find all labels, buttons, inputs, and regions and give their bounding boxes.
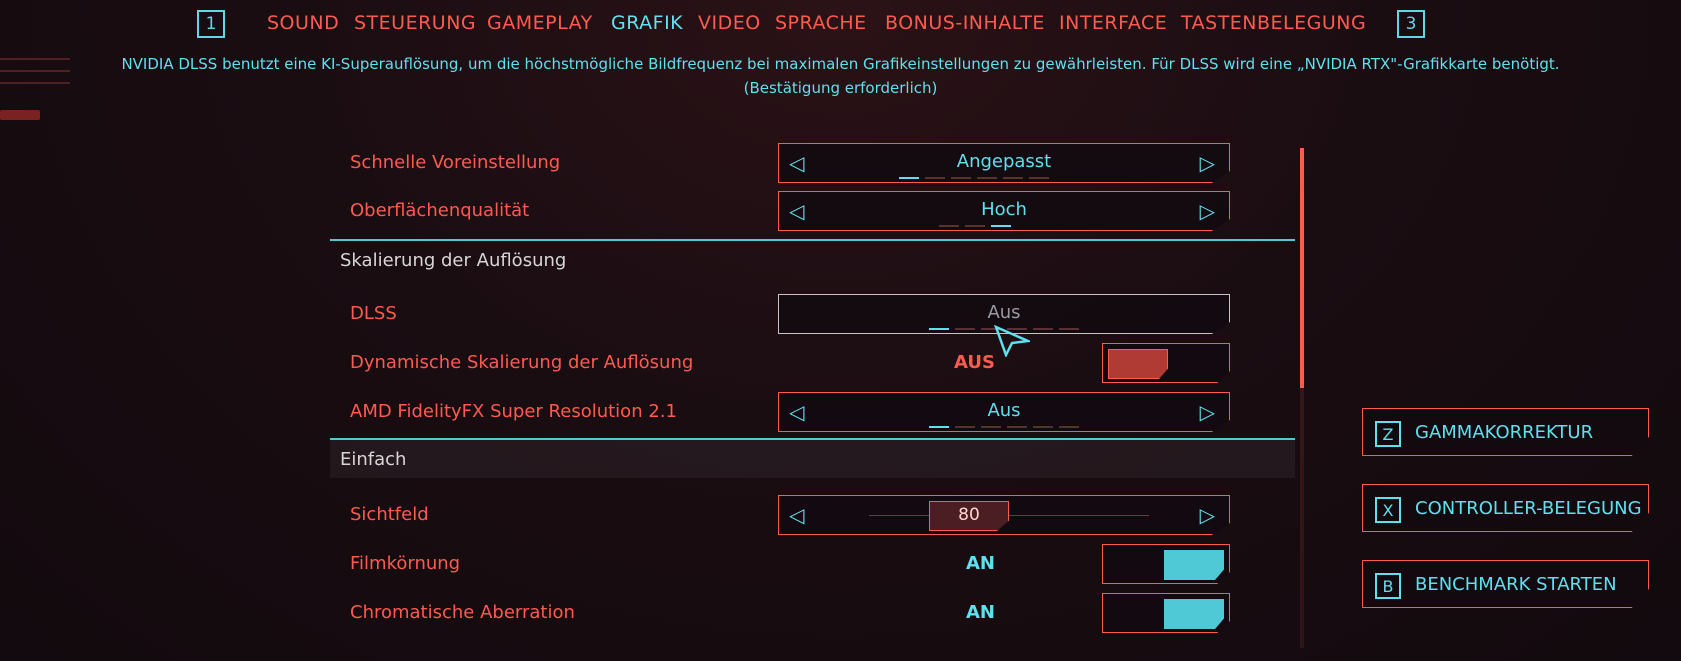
setting-row-film-grain[interactable]: Filmkörnung AN	[330, 544, 1295, 584]
toggle-state-label: AUS	[954, 352, 995, 373]
dynamic-scaling-toggle[interactable]	[1102, 343, 1230, 383]
button-label: BENCHMARK STARTEN	[1415, 574, 1617, 595]
tab-interface[interactable]: INTERFACE	[1059, 12, 1167, 34]
scrollbar-thumb[interactable]	[1300, 148, 1304, 388]
key-hint: B	[1375, 573, 1401, 599]
confirmation-note: (Bestätigung erforderlich)	[743, 79, 938, 97]
section-title: Skalierung der Auflösung	[340, 250, 567, 271]
key-hint: X	[1375, 497, 1401, 523]
setting-label: Chromatische Aberration	[350, 602, 575, 623]
setting-value: Aus	[987, 400, 1021, 421]
next-tab-key[interactable]: 3	[1397, 10, 1425, 38]
tab-sound[interactable]: SOUND	[267, 12, 339, 34]
setting-row-fov[interactable]: Sichtfeld ◁ 80 ▷	[330, 495, 1295, 535]
arrow-right-icon[interactable]: ▷	[1200, 153, 1215, 173]
benchmark-start-button[interactable]: B BENCHMARK STARTEN	[1362, 560, 1649, 608]
tab-gameplay[interactable]: GAMEPLAY	[487, 12, 593, 34]
film-grain-toggle[interactable]	[1102, 544, 1230, 584]
setting-label: Oberflächenqualität	[350, 200, 530, 221]
setting-label: AMD FidelityFX Super Resolution 2.1	[350, 401, 677, 422]
option-indicator	[929, 426, 1079, 428]
left-edge-badge	[0, 110, 40, 120]
left-edge-decoration	[0, 58, 70, 94]
section-title: Einfach	[340, 449, 407, 470]
arrow-right-icon[interactable]: ▷	[1200, 402, 1215, 422]
tab-steuerung[interactable]: STEUERUNG	[354, 12, 476, 34]
tab-tastenbelegung[interactable]: TASTENBELEGUNG	[1181, 12, 1366, 34]
button-label: GAMMAKORREKTUR	[1415, 422, 1594, 443]
arrow-left-icon[interactable]: ◁	[789, 505, 804, 525]
option-indicator	[939, 225, 1011, 227]
setting-row-quick-preset[interactable]: Schnelle Voreinstellung ◁ Angepasst ▷	[330, 143, 1295, 183]
toggle-state-label: AN	[966, 602, 995, 623]
tab-video[interactable]: VIDEO	[698, 12, 761, 34]
setting-label: DLSS	[350, 303, 397, 324]
gamma-correction-button[interactable]: Z GAMMAKORREKTUR	[1362, 408, 1649, 456]
toggle-knob	[1164, 550, 1224, 580]
top-nav: 1 SOUND STEUERUNG GAMEPLAY GRAFIK VIDEO …	[0, 8, 1681, 44]
setting-row-fsr[interactable]: AMD FidelityFX Super Resolution 2.1 ◁ Au…	[330, 392, 1295, 432]
tab-bonus-inhalte[interactable]: BONUS-INHALTE	[885, 12, 1045, 34]
toggle-knob	[1108, 349, 1168, 379]
chromatic-aberration-toggle[interactable]	[1102, 593, 1230, 633]
option-indicator	[899, 177, 1049, 179]
section-header-basic: Einfach	[330, 438, 1295, 478]
setting-value: Hoch	[981, 199, 1027, 220]
tab-sprache[interactable]: SPRACHE	[775, 12, 867, 34]
setting-label: Schnelle Voreinstellung	[350, 152, 561, 173]
setting-row-dlss[interactable]: DLSS Aus	[330, 294, 1295, 334]
fsr-selector[interactable]: ◁ Aus ▷	[778, 392, 1230, 432]
setting-value: Angepasst	[956, 151, 1052, 172]
setting-row-dynamic-scaling[interactable]: Dynamische Skalierung der Auflösung AUS	[330, 343, 1295, 383]
setting-label: Dynamische Skalierung der Auflösung	[350, 352, 694, 373]
arrow-right-icon[interactable]: ▷	[1200, 505, 1215, 525]
slider-thumb[interactable]: 80	[929, 501, 1009, 531]
key-hint: Z	[1375, 421, 1401, 447]
toggle-state-label: AN	[966, 553, 995, 574]
setting-label: Sichtfeld	[350, 504, 429, 525]
toggle-knob	[1164, 599, 1224, 629]
setting-description: NVIDIA DLSS benutzt eine KI-Superauflösu…	[0, 52, 1681, 100]
prev-tab-key[interactable]: 1	[197, 10, 225, 38]
section-header-scaling: Skalierung der Auflösung	[330, 239, 1295, 279]
description-line: NVIDIA DLSS benutzt eine KI-Superauflösu…	[121, 55, 1560, 73]
fov-slider[interactable]: ◁ 80 ▷	[778, 495, 1230, 535]
slider-track[interactable]	[869, 515, 1149, 516]
button-label: CONTROLLER-BELEGUNG	[1415, 498, 1642, 519]
controller-binding-button[interactable]: X CONTROLLER-BELEGUNG	[1362, 484, 1649, 532]
setting-label: Filmkörnung	[350, 553, 461, 574]
setting-row-chromatic-aberration[interactable]: Chromatische Aberration AN	[330, 593, 1295, 633]
tab-grafik[interactable]: GRAFIK	[611, 12, 683, 34]
setting-row-texture-quality[interactable]: Oberflächenqualität ◁ Hoch ▷	[330, 191, 1295, 231]
texture-quality-selector[interactable]: ◁ Hoch ▷	[778, 191, 1230, 231]
mouse-cursor-icon	[994, 325, 1030, 357]
quick-preset-selector[interactable]: ◁ Angepasst ▷	[778, 143, 1230, 183]
arrow-right-icon[interactable]: ▷	[1200, 201, 1215, 221]
setting-value: Aus	[987, 302, 1021, 323]
